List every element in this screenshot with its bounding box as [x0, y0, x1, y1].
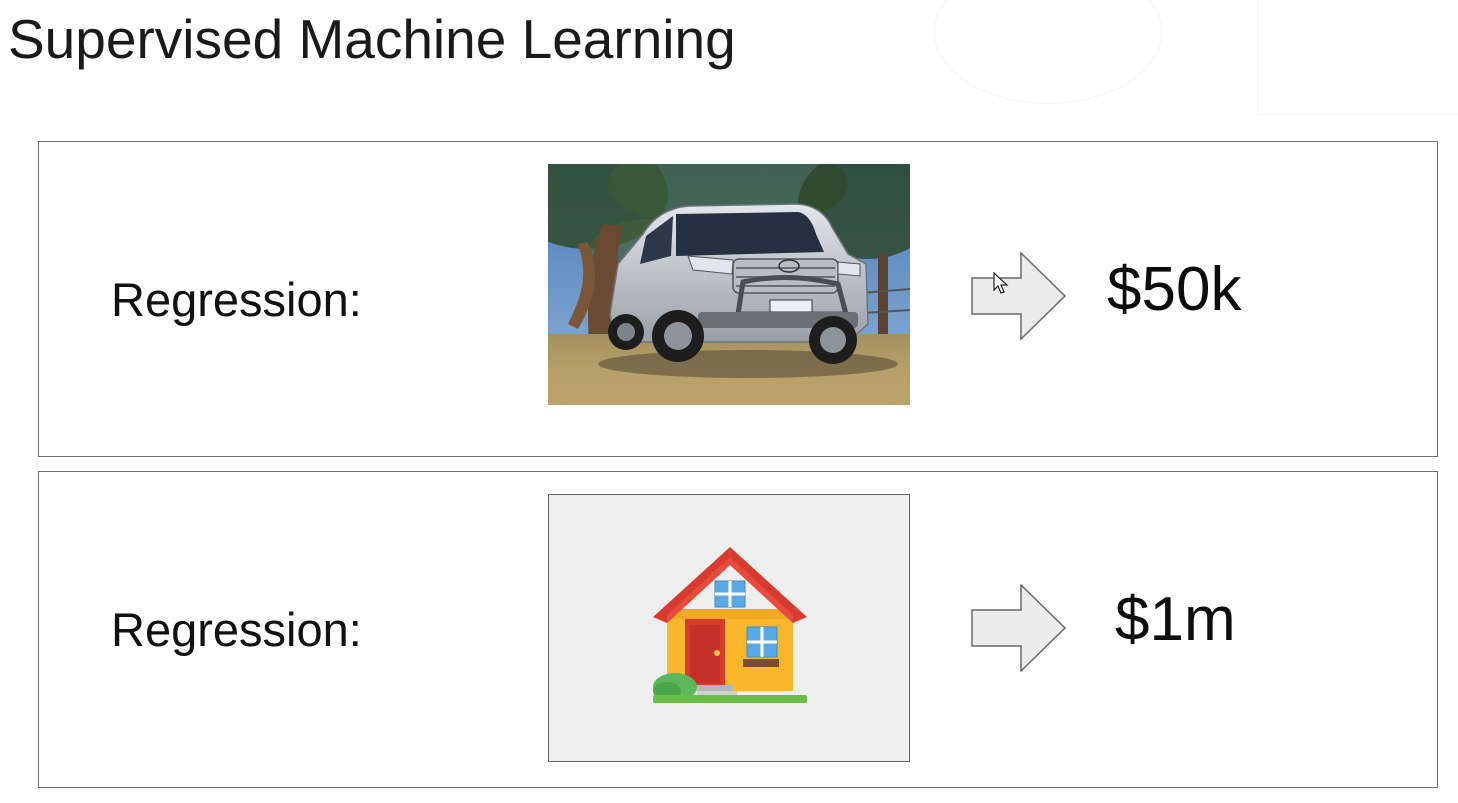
slide-title: Supervised Machine Learning [8, 8, 736, 70]
pickup-truck-photo [548, 164, 910, 405]
background-shape [1258, 0, 1458, 115]
house-image-frame [548, 494, 910, 762]
example-label: Regression: [111, 603, 362, 656]
right-arrow-icon [971, 252, 1067, 340]
regression-example-house: Regression: $1m [38, 471, 1438, 788]
right-arrow-icon [971, 584, 1067, 672]
predicted-price: $50k [1107, 255, 1242, 324]
mouse-cursor-icon [993, 272, 1009, 294]
background-shape [934, 0, 1162, 104]
example-label: Regression: [111, 273, 362, 326]
house-emoji-icon [653, 547, 807, 703]
predicted-price: $1m [1115, 585, 1236, 654]
regression-example-truck: Regression: $50k [38, 141, 1438, 457]
